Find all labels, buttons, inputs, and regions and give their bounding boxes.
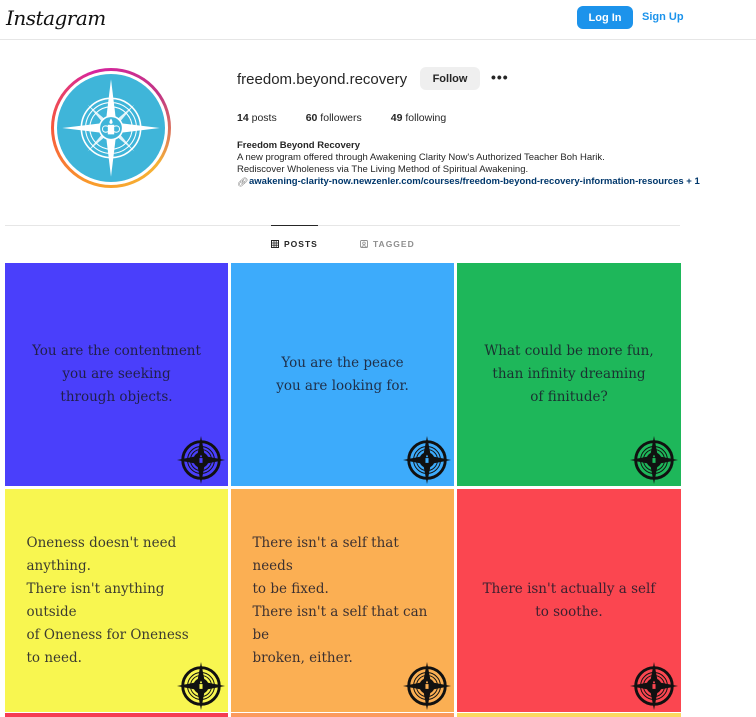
login-button[interactable]: Log In bbox=[577, 6, 633, 29]
followers-count-value: 60 bbox=[305, 112, 318, 124]
avatar bbox=[57, 74, 165, 182]
tab-posts-label: POSTS bbox=[284, 238, 318, 249]
next-row-post-peek[interactable] bbox=[457, 713, 681, 717]
following-count-value: 49 bbox=[390, 112, 403, 124]
instagram-logo[interactable]: Instagram bbox=[6, 6, 106, 30]
post-quote-text: What could be more fun, than infinity dr… bbox=[484, 343, 654, 405]
compass-logo-icon bbox=[629, 435, 679, 485]
avatar-inner bbox=[54, 71, 168, 185]
avatar-story-ring[interactable] bbox=[51, 68, 171, 188]
grid-icon bbox=[271, 239, 279, 248]
post-quote-text: You are the peace you are looking for. bbox=[276, 354, 409, 394]
tab-posts[interactable]: POSTS bbox=[271, 225, 318, 261]
following-count[interactable]: 49 following bbox=[391, 112, 446, 124]
posts-count: 14 posts bbox=[237, 112, 277, 124]
next-row-post-peek[interactable] bbox=[231, 713, 454, 717]
top-navigation-bar: Instagram Log In Sign Up bbox=[0, 0, 756, 40]
compass-candle-logo-icon bbox=[62, 79, 160, 177]
bio-display-name: Freedom Beyond Recovery bbox=[237, 140, 361, 151]
followers-count-label: followers bbox=[317, 112, 362, 124]
post-tile[interactable]: You are the peace you are looking for. bbox=[231, 263, 454, 486]
next-row-post-peek[interactable] bbox=[5, 713, 228, 717]
profile-username: freedom.beyond.recovery bbox=[237, 71, 408, 88]
followers-count[interactable]: 60 followers bbox=[306, 112, 362, 124]
post-tile[interactable]: You are the contentment you are seeking … bbox=[5, 263, 228, 486]
signup-link[interactable]: Sign Up bbox=[642, 11, 684, 23]
profile-stats: 14 posts 60 followers 49 following bbox=[237, 112, 475, 124]
compass-logo-icon bbox=[176, 661, 226, 711]
tab-tagged[interactable]: TAGGED bbox=[360, 226, 415, 262]
compass-logo-icon bbox=[402, 435, 452, 485]
post-tile[interactable]: What could be more fun, than infinity dr… bbox=[457, 263, 681, 486]
tagged-icon bbox=[360, 240, 368, 248]
posts-count-label: posts bbox=[248, 112, 277, 124]
posts-grid: You are the contentment you are seeking … bbox=[5, 263, 681, 712]
follow-button[interactable]: Follow bbox=[420, 67, 480, 90]
following-count-label: following bbox=[402, 112, 447, 124]
bio-external-link[interactable]: 🔗︎ awakening-clarity-now.newzenler.com/c… bbox=[237, 176, 752, 188]
post-quote-text: You are the contentment you are seeking … bbox=[32, 343, 201, 405]
compass-logo-icon bbox=[176, 435, 226, 485]
link-icon: 🔗︎ bbox=[237, 177, 249, 187]
compass-logo-icon bbox=[629, 661, 679, 711]
post-tile[interactable]: Oneness doesn't need anything. There isn… bbox=[5, 489, 228, 712]
tab-tagged-label: TAGGED bbox=[373, 239, 415, 249]
profile-bio: Freedom Beyond Recovery A new program of… bbox=[237, 140, 752, 188]
tabs-divider bbox=[5, 225, 680, 226]
post-tile[interactable]: There isn't actually a self to soothe. bbox=[457, 489, 681, 712]
post-tile[interactable]: There isn't a self that needs to be fixe… bbox=[231, 489, 454, 712]
post-quote-text: Oneness doesn't need anything. There isn… bbox=[26, 534, 189, 666]
post-quote-text: There isn't a self that needs to be fixe… bbox=[252, 534, 428, 666]
posts-count-value: 14 bbox=[237, 112, 249, 124]
compass-logo-icon bbox=[402, 661, 452, 711]
bio-line: A new program offered through Awakening … bbox=[237, 152, 605, 163]
bio-line: Rediscover Wholeness via The Living Meth… bbox=[237, 164, 529, 175]
post-quote-text: There isn't actually a self to soothe. bbox=[482, 580, 656, 620]
bio-link-text: awakening-clarity-now.newzenler.com/cour… bbox=[249, 176, 700, 187]
more-options-icon[interactable]: ••• bbox=[491, 70, 511, 86]
